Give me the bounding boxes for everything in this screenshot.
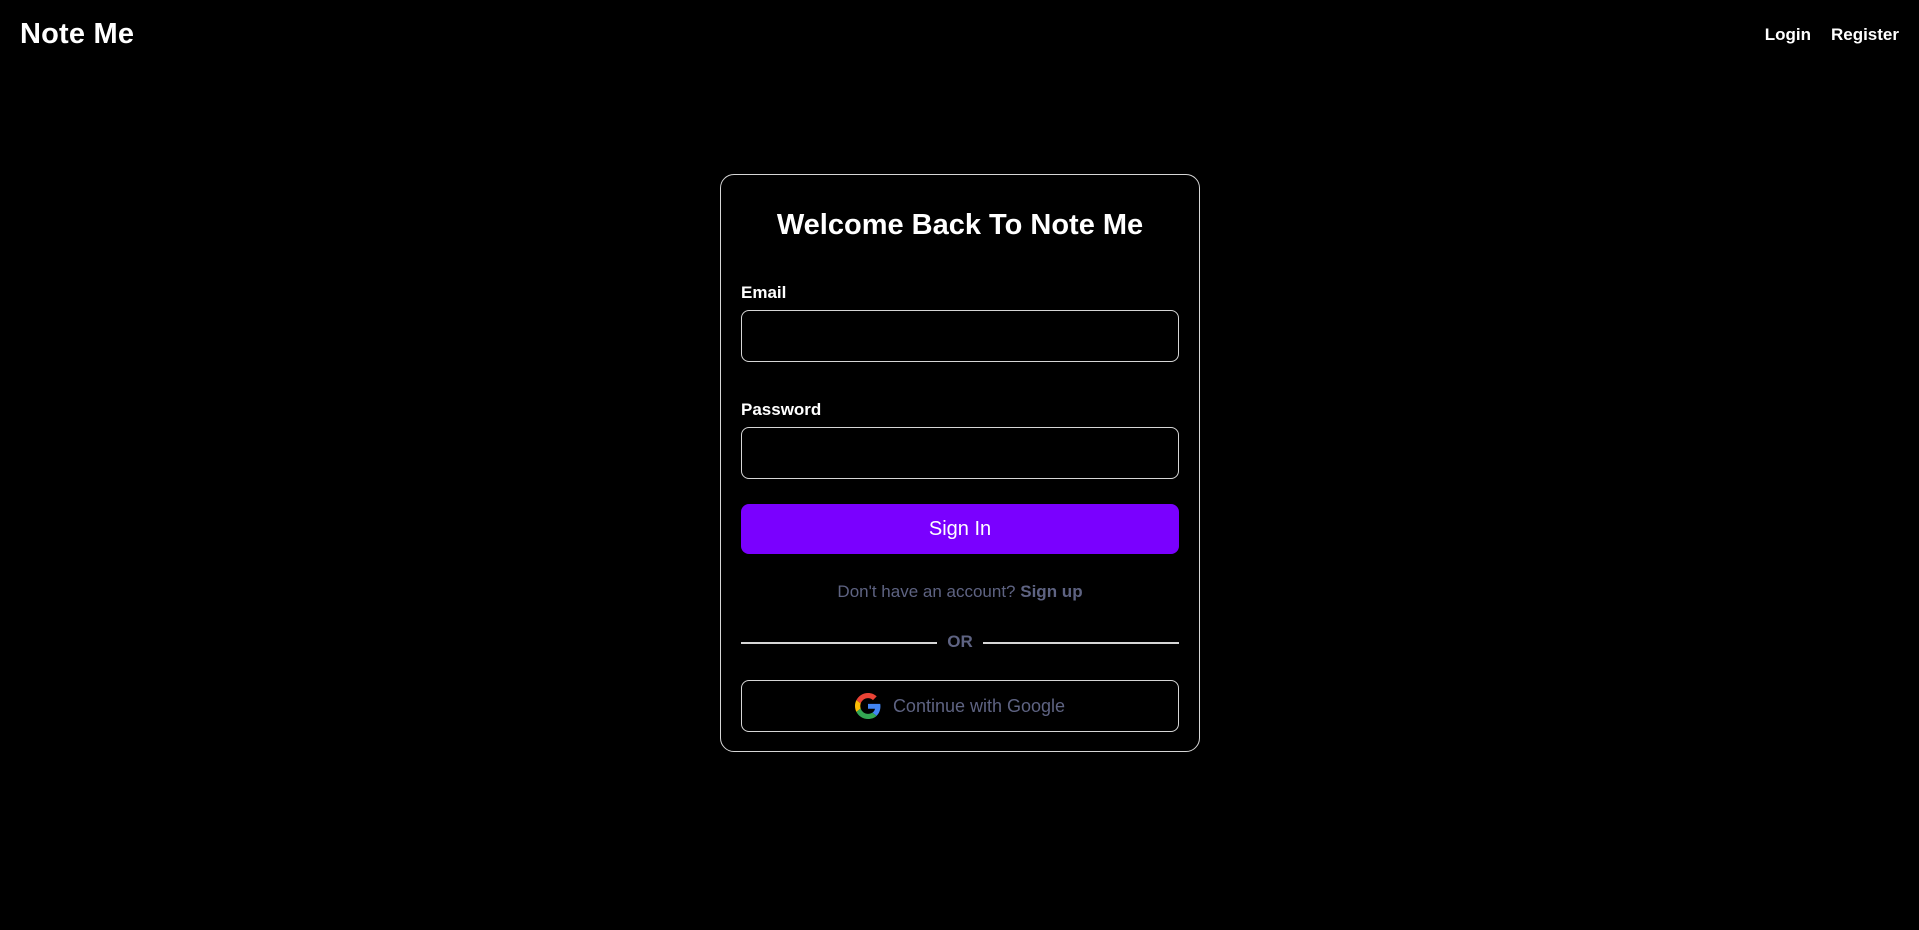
- or-divider: OR: [741, 631, 1179, 655]
- email-label: Email: [741, 283, 787, 302]
- continue-with-google-button[interactable]: Continue with Google: [741, 680, 1179, 732]
- google-button-label: Continue with Google: [892, 695, 1066, 716]
- email-input[interactable]: [741, 310, 1179, 362]
- login-card: Welcome Back To Note Me Email Password S…: [720, 174, 1200, 752]
- divider-line-right: [983, 642, 1179, 644]
- password-label: Password: [741, 400, 822, 419]
- login-title: Welcome Back To Note Me: [776, 209, 1144, 241]
- login-link[interactable]: Login: [1765, 25, 1811, 45]
- brand-logo[interactable]: Note Me: [20, 18, 134, 51]
- signup-prompt-row: Don't have an account? Sign up: [721, 582, 1199, 602]
- signup-prompt-text: Don't have an account?: [837, 582, 1016, 601]
- nav-links: Login Register: [1765, 25, 1899, 45]
- password-input[interactable]: [741, 427, 1179, 479]
- register-link[interactable]: Register: [1831, 25, 1899, 45]
- top-navbar: Note Me Login Register: [0, 0, 1919, 74]
- sign-in-button[interactable]: Sign In: [741, 504, 1179, 554]
- google-icon: [854, 693, 881, 719]
- sign-up-link[interactable]: Sign up: [1020, 582, 1082, 601]
